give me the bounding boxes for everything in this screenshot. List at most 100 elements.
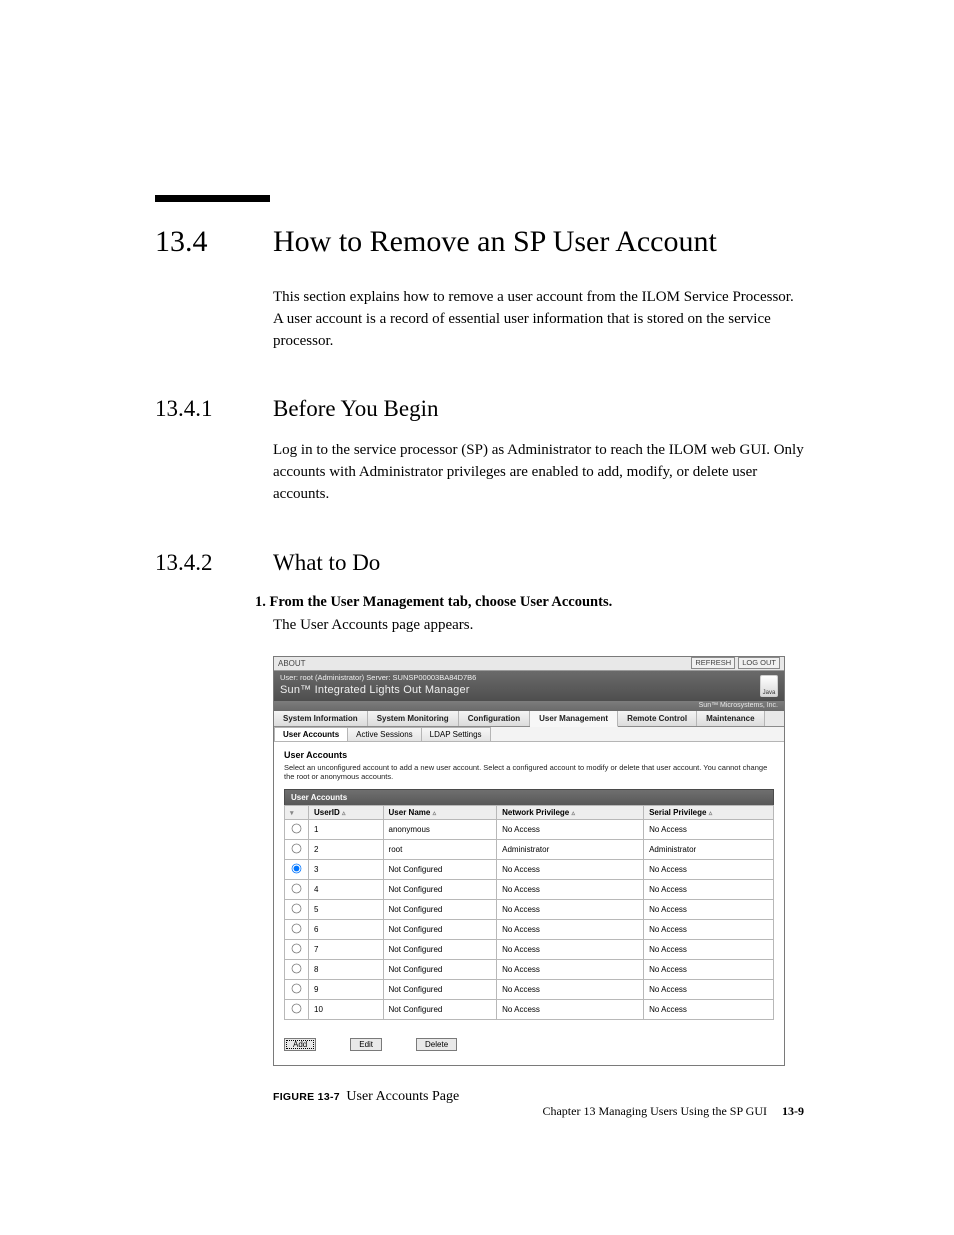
sort-icon: ▵	[571, 810, 575, 817]
row-select-radio[interactable]	[292, 883, 302, 893]
add-button[interactable]: Add	[284, 1038, 316, 1051]
row-select-radio[interactable]	[292, 823, 302, 833]
subtab-ldap-settings[interactable]: LDAP Settings	[421, 727, 491, 741]
table-row[interactable]: 1anonymousNo AccessNo Access	[285, 819, 774, 839]
panel-title: User Accounts	[284, 750, 774, 760]
row-select-radio[interactable]	[292, 923, 302, 933]
cell-username: Not Configured	[383, 879, 497, 899]
refresh-button[interactable]: REFRESH	[691, 657, 735, 669]
tab-system-information[interactable]: System Information	[274, 711, 368, 726]
subsection-2-number: 13.4.2	[155, 550, 273, 576]
row-select-cell[interactable]	[285, 939, 309, 959]
tab-configuration[interactable]: Configuration	[459, 711, 530, 726]
cell-network-privilege: No Access	[497, 819, 644, 839]
row-select-cell[interactable]	[285, 819, 309, 839]
sort-icon: ▵	[342, 810, 346, 817]
logout-button[interactable]: LOG OUT	[738, 657, 780, 669]
row-select-radio[interactable]	[292, 903, 302, 913]
java-logo: Java	[760, 675, 778, 697]
subtab-active-sessions[interactable]: Active Sessions	[347, 727, 421, 741]
cell-serial-privilege: No Access	[644, 979, 774, 999]
row-select-cell[interactable]	[285, 839, 309, 859]
col-user-name[interactable]: User Name ▵	[383, 805, 497, 819]
cell-userid: 2	[309, 839, 384, 859]
cell-network-privilege: Administrator	[497, 839, 644, 859]
row-select-cell[interactable]	[285, 979, 309, 999]
sort-icon: ▵	[433, 810, 437, 817]
edit-button[interactable]: Edit	[350, 1038, 382, 1051]
cell-username: root	[383, 839, 497, 859]
cell-network-privilege: No Access	[497, 959, 644, 979]
table-row[interactable]: 8Not ConfiguredNo AccessNo Access	[285, 959, 774, 979]
subsection-2-heading: 13.4.2 What to Do	[155, 550, 804, 576]
cell-userid: 9	[309, 979, 384, 999]
row-select-cell[interactable]	[285, 879, 309, 899]
cell-network-privilege: No Access	[497, 899, 644, 919]
cell-serial-privilege: No Access	[644, 939, 774, 959]
row-select-radio[interactable]	[292, 1003, 302, 1013]
accounts-table: ▾ UserID ▵User Name ▵Network Privilege ▵S…	[284, 805, 774, 1020]
section-number: 13.4	[155, 225, 273, 259]
col-serial-privilege[interactable]: Serial Privilege ▵	[644, 805, 774, 819]
delete-button[interactable]: Delete	[416, 1038, 457, 1051]
cell-serial-privilege: No Access	[644, 819, 774, 839]
row-select-cell[interactable]	[285, 959, 309, 979]
figure-label: FIGURE 13-7	[273, 1091, 340, 1103]
table-row[interactable]: 3Not ConfiguredNo AccessNo Access	[285, 859, 774, 879]
cell-serial-privilege: Administrator	[644, 839, 774, 859]
cell-serial-privilege: No Access	[644, 919, 774, 939]
step-1-result: The User Accounts page appears.	[273, 617, 804, 634]
subsection-1-title: Before You Begin	[273, 396, 438, 422]
section-title: How to Remove an SP User Account	[273, 225, 717, 259]
row-select-cell[interactable]	[285, 919, 309, 939]
tab-maintenance[interactable]: Maintenance	[697, 711, 764, 726]
main-tabs: System InformationSystem MonitoringConfi…	[274, 711, 784, 727]
row-select-cell[interactable]	[285, 859, 309, 879]
cell-network-privilege: No Access	[497, 919, 644, 939]
panel-hint: Select an unconfigured account to add a …	[284, 763, 774, 781]
section-heading: 13.4 How to Remove an SP User Account	[155, 225, 804, 259]
cell-username: Not Configured	[383, 959, 497, 979]
cell-network-privilege: No Access	[497, 859, 644, 879]
cell-serial-privilege: No Access	[644, 859, 774, 879]
sort-icon: ▵	[709, 810, 713, 817]
cell-userid: 10	[309, 999, 384, 1019]
cell-serial-privilege: No Access	[644, 999, 774, 1019]
table-row[interactable]: 2rootAdministratorAdministrator	[285, 839, 774, 859]
row-select-radio[interactable]	[292, 863, 302, 873]
about-link[interactable]: ABOUT	[278, 659, 306, 668]
cell-network-privilege: No Access	[497, 979, 644, 999]
col-network-privilege[interactable]: Network Privilege ▵	[497, 805, 644, 819]
row-select-cell[interactable]	[285, 899, 309, 919]
cell-serial-privilege: No Access	[644, 899, 774, 919]
row-select-radio[interactable]	[292, 943, 302, 953]
cell-username: anonymous	[383, 819, 497, 839]
cell-username: Not Configured	[383, 999, 497, 1019]
subtab-user-accounts[interactable]: User Accounts	[274, 727, 348, 741]
banner-userline: User: root (Administrator) Server: SUNSP…	[280, 673, 778, 682]
sub-tabs: User AccountsActive SessionsLDAP Setting…	[274, 727, 784, 742]
row-select-radio[interactable]	[292, 963, 302, 973]
cell-userid: 8	[309, 959, 384, 979]
row-select-radio[interactable]	[292, 843, 302, 853]
row-select-radio[interactable]	[292, 983, 302, 993]
table-row[interactable]: 7Not ConfiguredNo AccessNo Access	[285, 939, 774, 959]
cell-userid: 5	[309, 899, 384, 919]
table-row[interactable]: 10Not ConfiguredNo AccessNo Access	[285, 999, 774, 1019]
col-userid[interactable]: UserID ▵	[309, 805, 384, 819]
figure-caption: FIGURE 13-7 User Accounts Page	[273, 1088, 804, 1105]
table-row[interactable]: 6Not ConfiguredNo AccessNo Access	[285, 919, 774, 939]
table-row[interactable]: 9Not ConfiguredNo AccessNo Access	[285, 979, 774, 999]
figure-text: User Accounts Page	[346, 1089, 459, 1104]
cell-userid: 3	[309, 859, 384, 879]
table-row[interactable]: 5Not ConfiguredNo AccessNo Access	[285, 899, 774, 919]
table-row[interactable]: 4Not ConfiguredNo AccessNo Access	[285, 879, 774, 899]
tab-system-monitoring[interactable]: System Monitoring	[368, 711, 459, 726]
col-select[interactable]: ▾	[285, 805, 309, 819]
row-select-cell[interactable]	[285, 999, 309, 1019]
tab-user-management[interactable]: User Management	[530, 711, 618, 727]
cell-network-privilege: No Access	[497, 939, 644, 959]
tab-remote-control[interactable]: Remote Control	[618, 711, 697, 726]
sort-icon: ▾	[290, 810, 294, 817]
cell-serial-privilege: No Access	[644, 959, 774, 979]
